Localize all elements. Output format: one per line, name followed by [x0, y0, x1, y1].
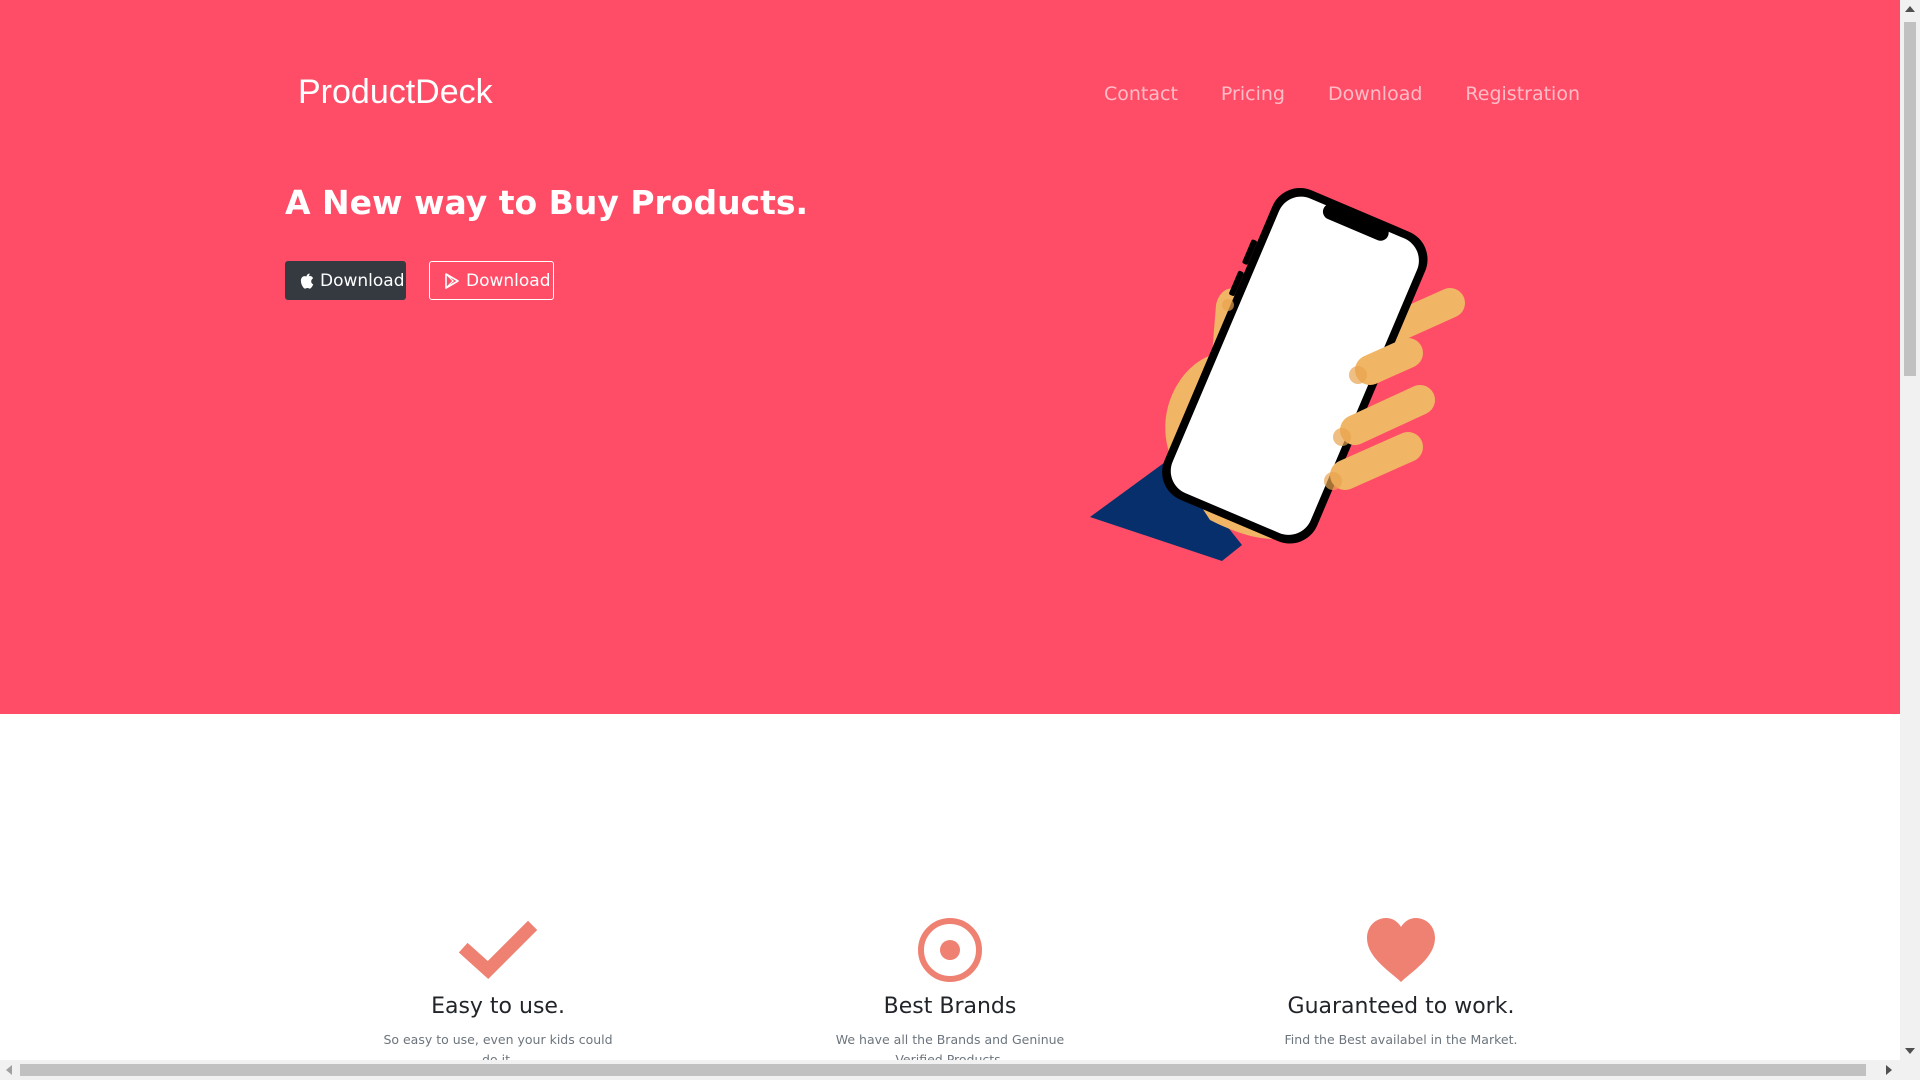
feature-title: Guaranteed to work.: [1287, 994, 1515, 1019]
hero-section: ProductDeck Contact Pricing Download Reg…: [0, 0, 1900, 714]
horizontal-scrollbar[interactable]: [0, 1060, 1920, 1080]
nav-link-registration[interactable]: Registration: [1465, 80, 1580, 108]
google-play-download-button[interactable]: Download: [429, 261, 554, 300]
apple-icon: [300, 273, 314, 289]
hand-holding-phone-illustration: [1090, 175, 1510, 575]
feature-title: Easy to use.: [431, 994, 565, 1019]
feature-title: Best Brands: [883, 994, 1017, 1019]
nav-link-download[interactable]: Download: [1328, 80, 1422, 108]
check-icon: [458, 910, 538, 990]
feature-text: Find the Best availabel in the Market.: [1284, 1032, 1518, 1047]
nav-link-contact[interactable]: Contact: [1104, 80, 1178, 108]
play-icon: [444, 272, 460, 289]
features-section: Easy to use. So easy to use, even your k…: [0, 714, 1900, 1060]
scroll-up-arrow-icon[interactable]: [1905, 6, 1915, 12]
scroll-down-arrow-icon[interactable]: [1905, 1048, 1915, 1054]
page-viewport: ProductDeck Contact Pricing Download Reg…: [0, 0, 1900, 1060]
apple-download-label: Download: [320, 270, 405, 291]
hero-headline: A New way to Buy Products.: [285, 183, 809, 222]
nav-link-pricing[interactable]: Pricing: [1221, 80, 1285, 108]
feature-text: So easy to use, even your kids could do …: [383, 1032, 613, 1060]
main-nav: Contact Pricing Download Registration: [1104, 80, 1580, 108]
bullseye-icon: [910, 910, 990, 990]
heart-icon: [1361, 910, 1441, 990]
vertical-scrollbar[interactable]: [1900, 0, 1920, 1060]
horizontal-scroll-thumb[interactable]: [20, 1064, 1866, 1076]
feature-text: We have all the Brands and Geninue Verif…: [835, 1032, 1065, 1060]
vertical-scroll-thumb[interactable]: [1904, 22, 1916, 376]
brand-logo[interactable]: ProductDeck: [298, 70, 493, 114]
scroll-left-arrow-icon[interactable]: [6, 1065, 12, 1075]
apple-download-button[interactable]: Download: [285, 261, 406, 300]
google-play-download-label: Download: [466, 270, 551, 291]
scroll-right-arrow-icon[interactable]: [1886, 1065, 1892, 1075]
